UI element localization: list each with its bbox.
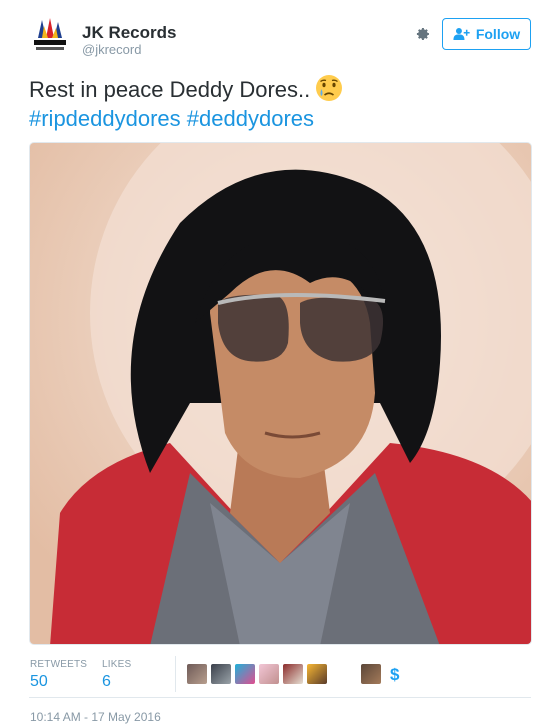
tweet-photo[interactable] — [29, 142, 532, 645]
dollar-icon[interactable]: $ — [385, 664, 405, 684]
follow-label: Follow — [475, 26, 521, 42]
crying-face-icon — [314, 73, 344, 103]
liker-avatars: $ — [187, 664, 405, 684]
likes-count[interactable]: 6 — [102, 673, 111, 691]
jk-records-logo — [34, 18, 66, 50]
stats-divider — [175, 656, 176, 692]
liker-avatar[interactable] — [307, 664, 327, 684]
liker-avatar[interactable] — [361, 664, 381, 684]
gear-icon[interactable] — [412, 24, 432, 44]
liker-avatar[interactable] — [235, 664, 255, 684]
tweet-body: Rest in peace Deddy Dores.. — [29, 77, 311, 102]
display-name[interactable]: JK Records — [82, 23, 176, 43]
liker-avatar[interactable] — [187, 664, 207, 684]
user-handle[interactable]: @jkrecord — [82, 42, 141, 57]
liker-gap — [331, 664, 357, 684]
timestamp[interactable]: 10:14 AM - 17 May 2016 — [30, 710, 161, 724]
tweet-text: Rest in peace Deddy Dores.. — [29, 73, 539, 105]
hashtags: #ripdeddydores #deddydores — [29, 104, 314, 134]
follow-button[interactable]: Follow — [442, 18, 531, 50]
hashtag-deddydores[interactable]: #deddydores — [187, 106, 314, 131]
liker-avatar[interactable] — [211, 664, 231, 684]
divider — [29, 697, 531, 698]
liker-avatar[interactable] — [259, 664, 279, 684]
svg-text:$: $ — [390, 665, 400, 684]
hashtag-ripdeddydores[interactable]: #ripdeddydores — [29, 106, 181, 131]
retweets-count[interactable]: 50 — [30, 673, 48, 691]
avatar[interactable] — [30, 16, 70, 56]
likes-label: LIKES — [102, 659, 132, 670]
tweet-card: JK Records @jkrecord Follow Rest in peac… — [0, 0, 560, 728]
liker-avatar[interactable] — [283, 664, 303, 684]
add-user-icon — [453, 28, 470, 40]
retweets-label: RETWEETS — [30, 659, 88, 670]
